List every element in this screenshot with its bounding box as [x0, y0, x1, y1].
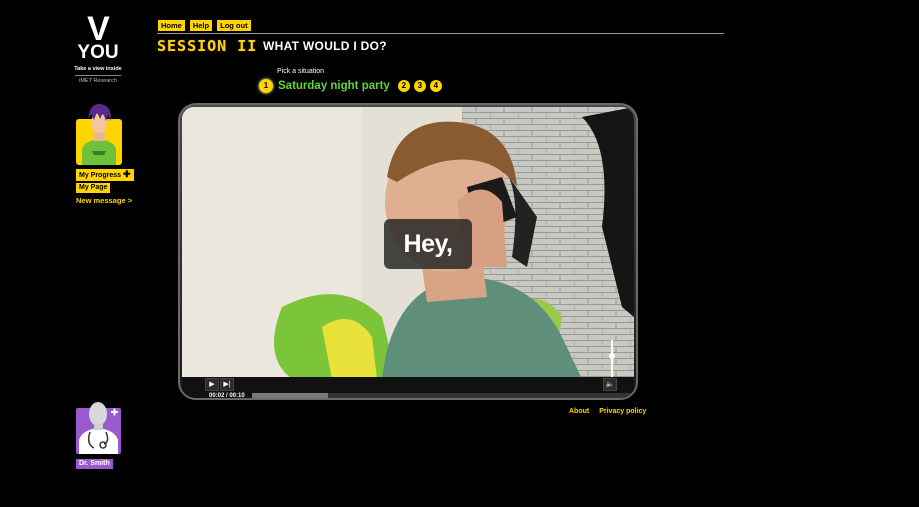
mute-button[interactable]: 🔈	[603, 378, 617, 391]
help-button[interactable]: Help	[188, 19, 214, 32]
my-progress-button[interactable]: My Progress ✚	[76, 169, 134, 181]
video-frame[interactable]: Hey,	[182, 107, 634, 379]
play-button[interactable]: ▶	[205, 378, 219, 391]
plus-icon: ✚	[122, 169, 131, 179]
about-link[interactable]: About	[569, 408, 589, 415]
situation-1-button[interactable]: 1	[260, 80, 272, 92]
logo-divider	[75, 75, 121, 76]
seek-progress	[252, 393, 329, 398]
seek-bar[interactable]	[252, 393, 634, 398]
video-controls: ▶ ▶| 🔈 00:02 / 00:10	[182, 377, 634, 399]
time-readout: 00:02 / 00:10	[209, 393, 245, 399]
speech-bubble: Hey,	[384, 219, 472, 269]
situation-title[interactable]: Saturday night party	[278, 80, 390, 92]
play-icon: ▶	[209, 381, 215, 388]
user-avatar[interactable]	[76, 103, 122, 165]
situation-4-button[interactable]: 4	[429, 80, 442, 92]
logo-org: iMET Research	[79, 78, 117, 84]
session-label: SESSION II	[157, 37, 258, 55]
app-logo[interactable]: V YOU Take a view inside iMET Research	[73, 10, 123, 84]
my-progress-label: My Progress	[79, 172, 122, 179]
next-button[interactable]: ▶|	[220, 378, 234, 391]
header-divider	[157, 33, 724, 34]
video-player: Hey, ▶ ▶| 🔈 00:02 / 00:10	[178, 103, 638, 400]
logo-tagline: Take a view inside	[74, 66, 122, 72]
home-button[interactable]: Home	[157, 19, 186, 32]
privacy-policy-link[interactable]: Privacy policy	[599, 408, 646, 415]
logo-word: YOU	[77, 42, 119, 63]
situation-3-button[interactable]: 3	[413, 80, 426, 92]
doctor-avatar[interactable]	[76, 398, 121, 454]
skip-next-icon: ▶|	[223, 381, 231, 388]
page-title: WHAT WOULD I DO?	[263, 39, 387, 53]
logout-button[interactable]: Log out	[216, 19, 252, 32]
logo-mark: V	[87, 10, 110, 48]
top-nav: Home Help Log out	[157, 19, 252, 32]
my-page-button[interactable]: My Page	[76, 183, 111, 193]
doctor-name-button[interactable]: Dr. Smith	[76, 459, 113, 469]
new-message-link[interactable]: New message >	[76, 196, 132, 205]
volume-slider[interactable]	[607, 340, 617, 378]
situation-picker-label: Pick a situation	[277, 68, 325, 75]
volume-icon: 🔈	[605, 381, 615, 388]
footer-links: About Privacy policy	[569, 408, 646, 415]
situation-2-button[interactable]: 2	[397, 80, 410, 92]
situation-picker: 1 Saturday night party 2 3 4	[260, 80, 442, 92]
